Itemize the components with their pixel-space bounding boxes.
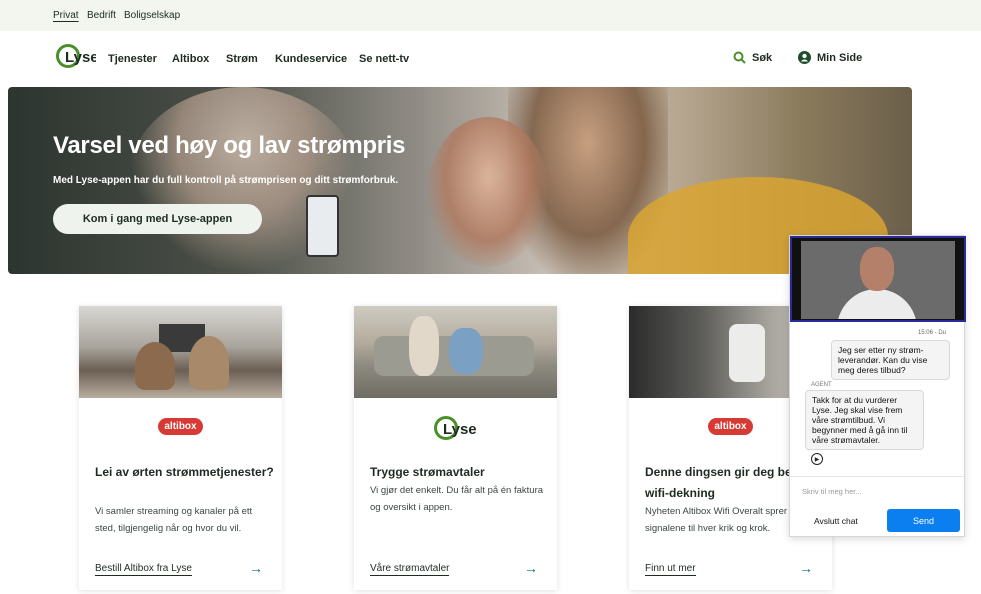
agent-video [790,236,966,322]
card-image-family [354,306,557,398]
nav-item-strom[interactable]: Strøm [226,53,258,65]
altibox-logo: altibox [708,418,753,435]
min-side-label: Min Side [817,51,863,64]
arrow-right-icon[interactable]: → [249,560,263,576]
avatar [860,247,894,291]
user-message: Jeg ser etter ny strøm-leverandør. Kan d… [831,340,950,380]
hero-photo-woman [428,117,548,267]
nav-item-altibox[interactable]: Altibox [172,53,209,65]
topbar-link-boligselskap[interactable]: Boligselskap [124,10,180,21]
top-bar: Privat Bedrift Boligselskap [0,0,981,31]
svg-text:Lyse: Lyse [443,421,477,438]
avatar-body [837,289,917,319]
arrow-right-icon[interactable]: → [524,560,538,576]
search-button[interactable]: Søk [733,51,772,64]
agent-label: AGENT [811,382,832,388]
arrow-right-icon[interactable]: → [799,560,813,576]
card-text: Vi samler streaming og kanaler på ett st… [95,506,253,534]
card-link-finn-ut-mer[interactable]: Finn ut mer [645,563,696,576]
card-link-vare-stromavtaler[interactable]: Våre strømavtaler [370,563,450,576]
end-chat-button[interactable]: Avslutt chat [814,516,858,526]
logo-text: Lyse [65,49,96,66]
message-timestamp: 15:06 - Du [917,330,946,336]
hero-banner: Varsel ved høy og lav strømpris Med Lyse… [8,87,912,274]
card-stromavtaler[interactable]: Lyse Trygge strømavtaler Vi gjør det enk… [354,306,557,590]
play-icon[interactable]: ▶ [811,453,823,465]
card-title: Lei av ørten strømmetjenester? [95,465,274,479]
chat-input[interactable]: Skriv til meg her... [790,476,966,504]
card-altibox-streaming[interactable]: altibox Lei av ørten strømmetjenester? V… [79,306,282,590]
main-header: Lyse Tjenester Altibox Strøm Kundeservic… [0,31,981,86]
chat-widget: 15:06 - Du Jeg ser etter ny strøm-levera… [789,235,966,537]
card-link-bestill-altibox[interactable]: Bestill Altibox fra Lyse [95,563,192,576]
user-icon [798,51,811,64]
card-image-streaming [79,306,282,398]
nav-item-tjenester[interactable]: Tjenester [108,53,157,65]
card-title: Trygge strømavtaler [370,465,485,479]
card-text: Vi gjør det enkelt. Du får alt på én fak… [370,485,544,513]
hero-cta-button[interactable]: Kom i gang med Lyse-appen [53,204,262,234]
topbar-link-bedrift[interactable]: Bedrift [87,10,116,21]
min-side-button[interactable]: Min Side [798,51,862,64]
send-button[interactable]: Send [887,509,960,532]
search-label: Søk [752,51,773,64]
agent-message: Takk for at du vurderer Lyse. Jeg skal v… [805,390,924,450]
nav-item-se-nett-tv[interactable]: Se nett-tv [359,53,409,65]
lyse-logo[interactable]: Lyse [56,43,96,69]
search-icon [733,51,746,64]
hero-title: Varsel ved høy og lav strømpris [53,132,406,159]
altibox-logo: altibox [158,418,203,435]
phone-image [306,195,339,257]
topbar-link-privat[interactable]: Privat [53,10,79,21]
lyse-card-logo: Lyse [433,416,477,440]
hero-subtitle: Med Lyse-appen har du full kontroll på s… [53,175,399,186]
nav-item-kundeservice[interactable]: Kundeservice [275,53,347,65]
